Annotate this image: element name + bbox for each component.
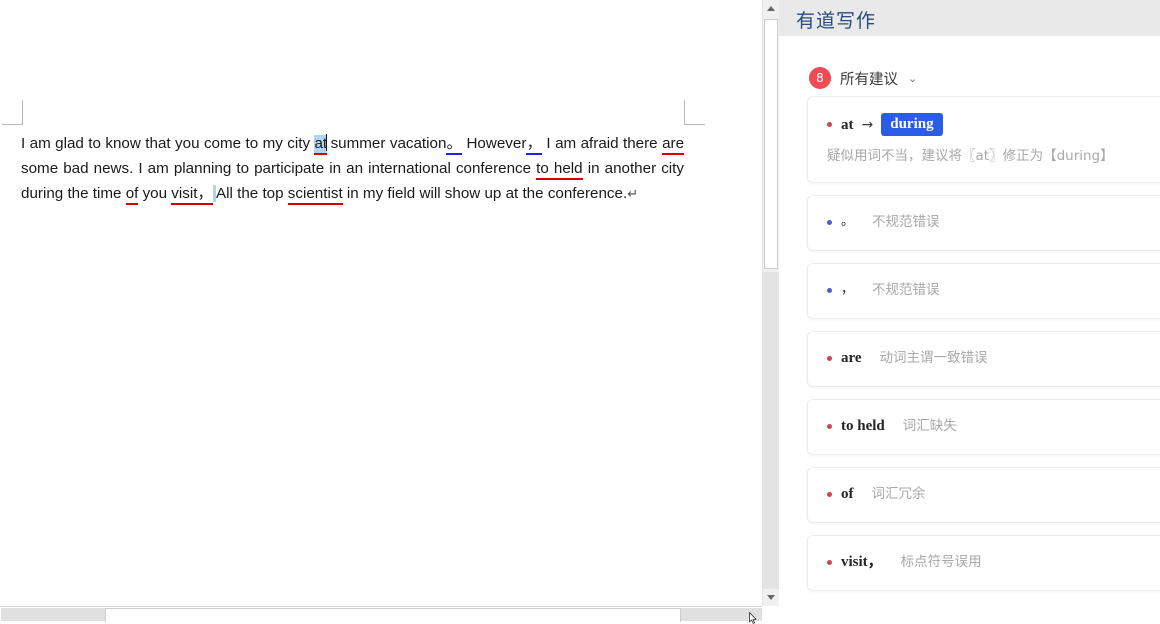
text-run-error-scientist[interactable]: scientist bbox=[288, 185, 343, 205]
suggestion-card-header: 。 不规范错误 bbox=[827, 212, 1160, 232]
document-paragraph[interactable]: I am glad to know that you come to my ci… bbox=[21, 131, 684, 206]
suggestion-category: 词汇缺失 bbox=[903, 416, 957, 436]
suggestion-term: visit， bbox=[841, 552, 883, 572]
text-run-plain-10: conference. bbox=[548, 185, 627, 202]
suggestion-count-badge: 8 bbox=[809, 67, 831, 89]
suggestion-card-header: ， 不规范错误 bbox=[827, 280, 1160, 300]
suggestion-term: of bbox=[841, 484, 854, 504]
margin-mark-top-left bbox=[2, 100, 23, 125]
sidebar-header: 有道写作 bbox=[779, 0, 1160, 36]
chevron-down-icon bbox=[767, 595, 775, 600]
suggestion-card-list: at → during 疑似用词不当，建议将〖at〗修正为【during】 。 … bbox=[807, 96, 1160, 603]
suggestion-category: 词汇冗余 bbox=[872, 484, 926, 504]
bullet-icon bbox=[827, 288, 832, 293]
bullet-icon bbox=[827, 122, 832, 127]
text-run-however: However bbox=[462, 135, 526, 152]
scroll-down-button[interactable] bbox=[763, 589, 779, 606]
text-run-error-visit[interactable]: visit， bbox=[171, 185, 212, 205]
vertical-scrollbar-thumb[interactable] bbox=[764, 19, 778, 269]
horizontal-scrollbar[interactable] bbox=[0, 606, 762, 622]
mouse-pointer-icon bbox=[749, 612, 757, 624]
suggestion-term: are bbox=[841, 348, 862, 368]
all-suggestions-label: 所有建议 bbox=[840, 68, 898, 89]
chevron-down-icon[interactable]: ⌄ bbox=[908, 72, 917, 85]
suggestion-card[interactable]: ， 不规范错误 bbox=[807, 263, 1160, 319]
chevron-up-icon bbox=[767, 6, 775, 11]
text-run-plain-7: you bbox=[138, 185, 171, 202]
document-pane[interactable]: I am glad to know that you come to my ci… bbox=[0, 0, 762, 606]
suggestion-card[interactable]: of 词汇冗余 bbox=[807, 467, 1160, 523]
horizontal-scrollbar-thumb[interactable] bbox=[105, 608, 681, 622]
suggestion-card[interactable]: to held 词汇缺失 bbox=[807, 399, 1160, 455]
bullet-icon bbox=[827, 424, 832, 429]
arrow-right-icon: → bbox=[862, 115, 874, 135]
suggestion-category: 不规范错误 bbox=[872, 212, 940, 232]
text-run-error-are[interactable]: are bbox=[662, 135, 684, 155]
sidebar-body: 8 所有建议 ⌄ at → during 疑似用词不当，建议将〖at〗修正为【d… bbox=[787, 36, 1160, 622]
suggestion-category: 不规范错误 bbox=[872, 280, 940, 300]
suggestion-card[interactable]: 。 不规范错误 bbox=[807, 195, 1160, 251]
text-run-plain-3: I am afraid there bbox=[542, 135, 658, 152]
suggestion-term: to held bbox=[841, 416, 885, 436]
scroll-up-button[interactable] bbox=[763, 0, 779, 17]
suggestion-term: ， bbox=[841, 280, 854, 300]
app-root: I am glad to know that you come to my ci… bbox=[0, 0, 1160, 622]
sidebar-title: 有道写作 bbox=[796, 6, 876, 33]
horizontal-scrollbar-track-left[interactable] bbox=[1, 608, 105, 621]
suggestion-card-header: to held 词汇缺失 bbox=[827, 416, 1160, 436]
paragraph-mark-icon: ↵ bbox=[627, 186, 638, 201]
suggestion-card[interactable]: are 动词主谓一致错误 bbox=[807, 331, 1160, 387]
text-run-error-of[interactable]: of bbox=[126, 185, 139, 205]
suggestion-card-header: are 动词主谓一致错误 bbox=[827, 348, 1160, 368]
all-suggestions-filter[interactable]: 8 所有建议 ⌄ bbox=[809, 67, 917, 89]
text-run-plain-9: in my field will show up at the bbox=[343, 185, 544, 202]
suggestion-card-header: of 词汇冗余 bbox=[827, 484, 1160, 504]
text-run-error-to-held[interactable]: to held bbox=[536, 160, 582, 180]
suggestion-description: 疑似用词不当，建议将〖at〗修正为【during】 bbox=[827, 147, 1160, 166]
vertical-scrollbar[interactable] bbox=[762, 0, 779, 606]
text-run-error-comma[interactable]: ， bbox=[526, 135, 542, 155]
suggestion-card-header: visit， 标点符号误用 bbox=[827, 552, 1160, 572]
document-page[interactable]: I am glad to know that you come to my ci… bbox=[0, 0, 762, 606]
bullet-icon bbox=[827, 220, 832, 225]
text-run-plain-2: summer vacation bbox=[326, 135, 446, 152]
bullet-icon bbox=[827, 492, 832, 497]
margin-mark-top-right bbox=[684, 100, 705, 125]
text-run-error-period[interactable]: 。 bbox=[446, 135, 462, 155]
suggestion-term: 。 bbox=[841, 212, 854, 232]
text-run-plain-8: All the top bbox=[216, 185, 288, 202]
text-run-plain-4: some bad news. I am planning to particip… bbox=[21, 160, 536, 177]
writing-assistant-sidebar: 有道写作 8 所有建议 ⌄ at → during 疑似用词不当，建议将〖at〗… bbox=[779, 0, 1160, 622]
suggestion-replacement-chip[interactable]: during bbox=[881, 113, 942, 136]
suggestion-card-header: at → during bbox=[827, 113, 1160, 136]
bullet-icon bbox=[827, 356, 832, 361]
suggestion-card[interactable]: at → during 疑似用词不当，建议将〖at〗修正为【during】 bbox=[807, 96, 1160, 183]
suggestion-card[interactable]: visit， 标点符号误用 bbox=[807, 535, 1160, 591]
vertical-scrollbar-track[interactable] bbox=[763, 272, 779, 589]
bullet-icon bbox=[827, 560, 832, 565]
suggestion-category: 标点符号误用 bbox=[901, 552, 982, 572]
suggestion-term: at bbox=[841, 115, 854, 135]
text-run-plain-5: in bbox=[583, 160, 600, 177]
document-text-body[interactable]: I am glad to know that you come to my ci… bbox=[21, 131, 684, 206]
text-run-plain: I am glad to know that you come to my ci… bbox=[21, 135, 314, 152]
suggestion-category: 动词主谓一致错误 bbox=[880, 348, 988, 368]
